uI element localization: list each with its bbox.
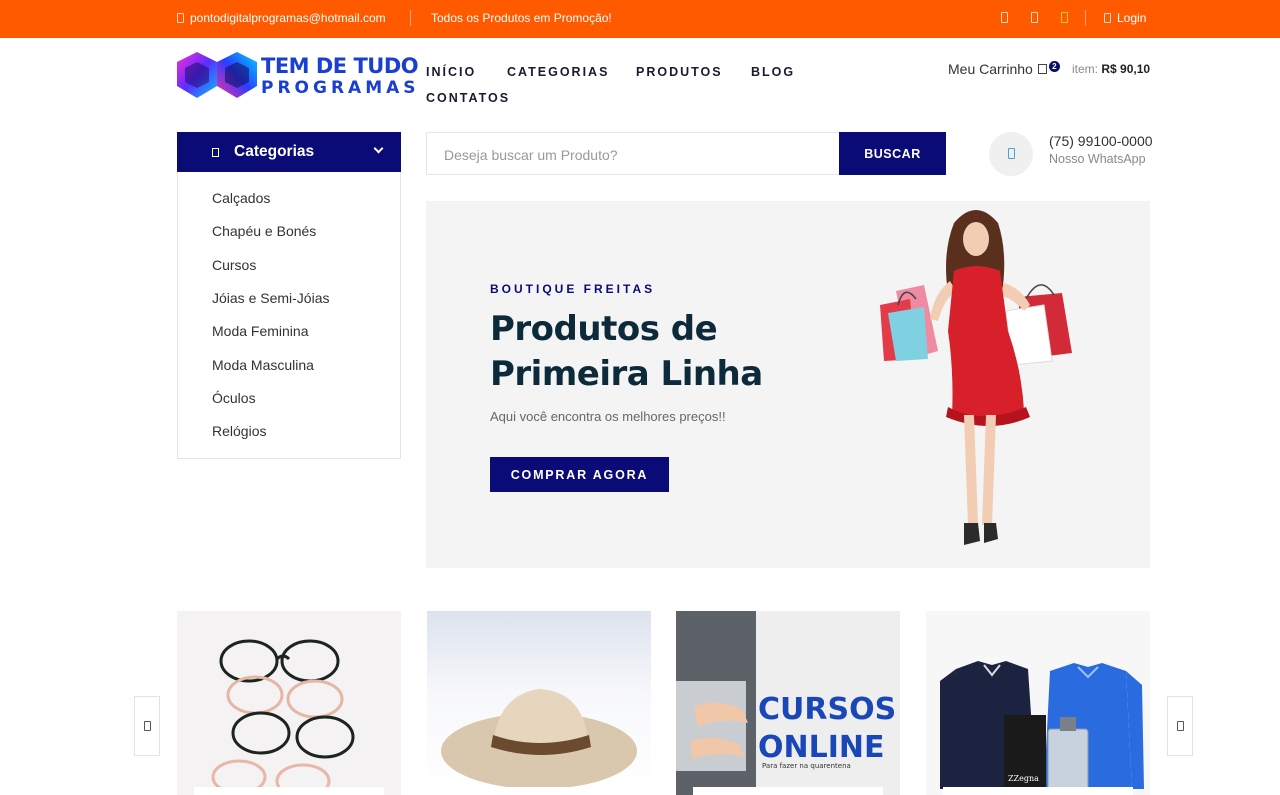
category-oculos[interactable]: Óculos: [212, 390, 256, 406]
hero-banner: BOUTIQUE FREITAS Produtos de Primeira Li…: [426, 201, 1150, 568]
card-caption-bar: [444, 787, 634, 795]
phone-icon: [1008, 148, 1015, 159]
instagram-icon[interactable]: [1061, 12, 1068, 23]
glasses-image: [177, 611, 401, 795]
course-tagline: Para fazer na quarentena: [762, 762, 851, 770]
hero-description: Aqui você encontra os melhores preços!!: [490, 409, 726, 424]
promo-text: Todos os Produtos em Promoção!: [431, 11, 612, 25]
product-card-moda-masculina[interactable]: ZZegna: [926, 611, 1150, 795]
course-word1: CURSOS: [758, 692, 896, 727]
top-bar-divider: [410, 10, 411, 26]
category-moda-feminina[interactable]: Moda Feminina: [212, 323, 309, 339]
product-card-cursos[interactable]: CURSOS ONLINE Para fazer na quarentena: [676, 611, 900, 795]
cart-icon: [1037, 64, 1047, 74]
hero-subtitle: BOUTIQUE FREITAS: [490, 282, 656, 296]
chevron-down-icon: [373, 143, 384, 154]
promo-message: Todos os Produtos em Promoção!: [431, 11, 612, 25]
hat-image: [427, 611, 651, 795]
carousel-prev-button[interactable]: [134, 696, 160, 756]
cart-label: Meu Carrinho: [948, 61, 1033, 77]
card-caption-bar: [194, 787, 384, 795]
course-word2: ONLINE: [758, 730, 885, 765]
cart-total-value: R$ 90,10: [1101, 62, 1151, 76]
categories-list: Calçados Chapéu e Bonés Cursos Jóias e S…: [177, 172, 401, 459]
categories-toggle[interactable]: Categorias: [177, 132, 401, 172]
whatsapp-label: Nosso WhatsApp: [1049, 152, 1146, 166]
category-calcados[interactable]: Calçados: [212, 190, 270, 206]
whatsapp-icon-circle[interactable]: [989, 132, 1033, 176]
categories-title: Categorias: [234, 143, 315, 160]
hero-title-line1: Produtos de: [490, 309, 718, 349]
login-link[interactable]: Login: [1104, 11, 1146, 25]
product-card-oculos[interactable]: [177, 611, 401, 795]
cart-count-badge: 2: [1048, 60, 1060, 72]
hero-title-line2: Primeira Linha: [490, 354, 763, 394]
logo-text-line2: PROGRAMAS: [261, 78, 420, 98]
user-icon: [1104, 13, 1111, 23]
nav-inicio[interactable]: INÍCIO: [426, 65, 476, 79]
nav-contatos[interactable]: CONTATOS: [426, 91, 510, 105]
perfume-brand-label: ZZegna: [1008, 774, 1039, 783]
carousel-next-button[interactable]: [1167, 696, 1193, 756]
logo-cubes-icon: [177, 52, 257, 98]
card-caption-bar: [693, 787, 883, 795]
logo-text-line1: TEM DE TUDO: [261, 54, 419, 78]
top-bar: pontodigitalprogramas@hotmail.com Todos …: [0, 0, 1280, 38]
category-relogios[interactable]: Relógios: [212, 423, 266, 439]
category-moda-masculina[interactable]: Moda Masculina: [212, 357, 314, 373]
top-bar-divider: [1085, 10, 1086, 26]
contact-email-text: pontodigitalprogramas@hotmail.com: [190, 11, 386, 25]
cart-link[interactable]: Meu Carrinho 2: [948, 60, 1060, 77]
nav-blog[interactable]: BLOG: [751, 65, 795, 79]
twitter-icon[interactable]: [1031, 12, 1038, 23]
search-input[interactable]: Deseja buscar um Produto?: [426, 132, 840, 175]
cart-total: item: R$ 90,10: [1072, 62, 1150, 76]
site-logo[interactable]: TEM DE TUDO PROGRAMAS: [177, 50, 419, 102]
hero-woman-image: [880, 210, 1072, 545]
chevron-right-icon: [1177, 721, 1184, 731]
courses-image: CURSOS ONLINE Para fazer na quarentena: [676, 611, 900, 795]
contact-email[interactable]: pontodigitalprogramas@hotmail.com: [177, 11, 386, 25]
chevron-left-icon: [144, 721, 151, 731]
envelope-icon: [177, 13, 184, 23]
menu-icon: [212, 147, 219, 157]
nav-produtos[interactable]: PRODUTOS: [636, 65, 723, 79]
facebook-icon[interactable]: [1001, 12, 1008, 23]
shirts-image: ZZegna: [926, 611, 1150, 795]
nav-categorias[interactable]: CATEGORIAS: [507, 65, 609, 79]
cart-item-label: item:: [1072, 62, 1099, 76]
category-joias[interactable]: Jóias e Semi-Jóias: [212, 290, 330, 306]
search-button[interactable]: BUSCAR: [839, 132, 946, 175]
buy-now-button[interactable]: COMPRAR AGORA: [490, 457, 669, 492]
category-cursos[interactable]: Cursos: [212, 257, 256, 273]
whatsapp-phone[interactable]: (75) 99100-0000: [1049, 133, 1153, 149]
card-caption-bar: [943, 787, 1133, 795]
category-chapeu-bones[interactable]: Chapéu e Bonés: [212, 223, 316, 239]
login-text: Login: [1117, 11, 1147, 25]
product-card-chapeu[interactable]: [427, 611, 651, 795]
